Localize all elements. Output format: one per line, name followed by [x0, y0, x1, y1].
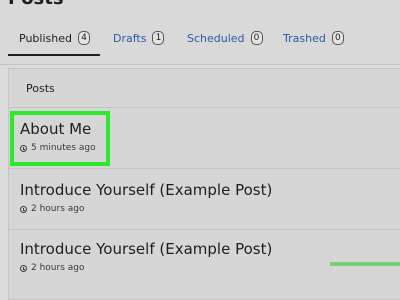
highlight-box	[10, 111, 110, 166]
tab-label: Scheduled	[187, 31, 245, 45]
posts-header-bar: Posts Published 4 Drafts 1 Scheduled 0 T…	[0, 0, 400, 65]
post-time: 2 hours ago	[31, 204, 85, 214]
post-time: 2 hours ago	[31, 263, 85, 273]
posts-list-header: Posts	[9, 69, 400, 108]
tab-published[interactable]: Published 4	[19, 26, 90, 50]
clock-icon	[20, 205, 27, 213]
active-tab-indicator	[8, 54, 100, 56]
tab-scheduled[interactable]: Scheduled 0	[187, 26, 263, 50]
tab-label: Trashed	[283, 31, 326, 45]
count-badge: 0	[331, 31, 344, 45]
corner-accent	[330, 262, 400, 266]
post-row[interactable]: Introduce Yourself (Example Post) 2 hour…	[9, 169, 400, 230]
tab-drafts[interactable]: Drafts 1	[113, 26, 165, 50]
posts-list-header-label: Posts	[26, 82, 55, 95]
post-meta: 2 hours ago	[20, 263, 85, 273]
page-title: Posts	[8, 0, 64, 9]
count-badge: 1	[152, 31, 165, 45]
post-title[interactable]: Introduce Yourself (Example Post)	[20, 181, 272, 199]
post-meta: 2 hours ago	[20, 204, 85, 214]
count-badge: 0	[250, 31, 263, 45]
post-status-tabs: Published 4 Drafts 1 Scheduled 0 Trashed…	[0, 26, 400, 50]
post-title[interactable]: Introduce Yourself (Example Post)	[20, 240, 272, 258]
tab-trashed[interactable]: Trashed 0	[283, 26, 344, 50]
count-badge: 4	[77, 31, 90, 45]
tab-label: Drafts	[113, 31, 147, 45]
tab-label: Published	[19, 31, 72, 45]
